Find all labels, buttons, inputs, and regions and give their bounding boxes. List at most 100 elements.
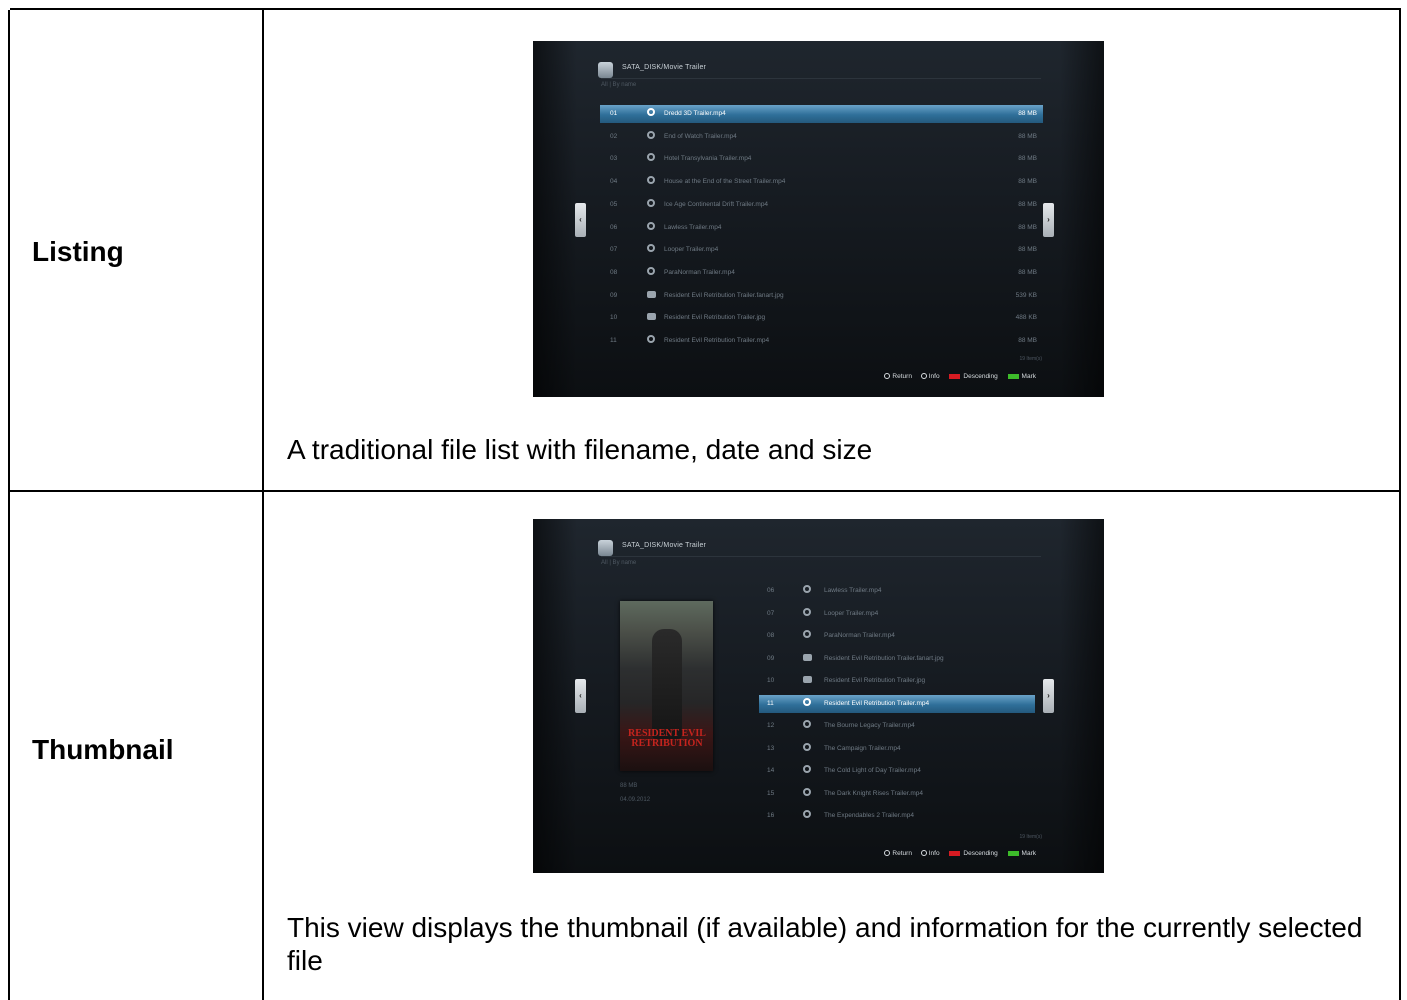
list-item[interactable]: 06 Lawless Trailer.mp4 (759, 582, 1035, 600)
item-number: 08 (610, 268, 618, 276)
item-number: 05 (610, 200, 618, 208)
list-item[interactable]: 04 House at the End of the Street Trailer… (600, 173, 1043, 191)
item-number: 12 (767, 722, 775, 729)
list-item[interactable]: 13 The Campaign Trailer.mp4 (759, 740, 1035, 758)
right-arrow-icon[interactable]: › (1043, 203, 1054, 237)
item-number: 13 (767, 744, 775, 752)
left-vignette (533, 519, 577, 873)
file-size: 88 MB (1018, 200, 1037, 208)
file-name: Resident Evil Retribution Trailer.fanart… (824, 654, 944, 662)
magnifier-icon (647, 176, 655, 185)
descending-label: Descending (963, 373, 998, 380)
descending-label: Descending (963, 850, 998, 857)
usb-drive-icon (598, 62, 613, 78)
magnifier-icon (803, 787, 811, 796)
green-key-icon (1007, 373, 1019, 379)
list-item[interactable]: 07 Looper Trailer.mp4 (759, 605, 1035, 623)
list-item[interactable]: 09 Resident Evil Retribution Trailer.fana… (600, 287, 1043, 305)
file-size: 88 MB (1018, 337, 1037, 344)
item-number: 10 (767, 677, 775, 684)
item-number: 07 (610, 246, 618, 254)
row-caption-listing: A traditional file list with filename, d… (287, 434, 873, 465)
table-border-left (8, 10, 10, 1000)
table-column-divider (262, 10, 264, 1000)
list-item[interactable]: 12 The Bourne Legacy Trailer.mp4 (759, 717, 1035, 735)
right-arrow-icon[interactable]: › (1043, 679, 1054, 713)
poster-figure (652, 629, 682, 739)
file-date: 04.09.2012 (620, 797, 651, 803)
movie-thumbnail: RESIDENT EVIL RETRIBUTION (620, 601, 713, 771)
file-name: End of Watch Trailer.mp4 (664, 132, 737, 140)
file-name: Ice Age Continental Drift Trailer.mp4 (664, 200, 769, 208)
magnifier-icon (803, 765, 811, 773)
list-item[interactable]: 06 Lawless Trailer.mp4 88 MB (600, 219, 1043, 237)
list-item[interactable]: 08 ParaNorman Trailer.mp4 (759, 627, 1035, 645)
file-size: 88 MB (1018, 155, 1037, 163)
mark-label: Mark (1021, 373, 1036, 380)
magnifier-icon (803, 697, 811, 706)
item-count: 19 Item(s) (1019, 834, 1042, 840)
camera-icon (647, 313, 656, 321)
item-number: 04 (610, 178, 618, 186)
magnifier-icon (647, 266, 655, 275)
list-item[interactable]: 09 Resident Evil Retribution Trailer.fana… (759, 650, 1035, 668)
header-divider (601, 556, 1041, 557)
item-number: 14 (767, 767, 775, 774)
list-item[interactable]: 11 Resident Evil Retribution Trailer.mp4 (759, 694, 1035, 713)
list-item[interactable]: 07 Looper Trailer.mp4 88 MB (600, 241, 1043, 259)
current-path: SATA_DISK/Movie Trailer (622, 64, 707, 71)
file-name: Resident Evil Retribution Trailer.fanart… (664, 291, 784, 299)
return-label: Return (892, 373, 912, 380)
item-number: 16 (767, 812, 775, 819)
file-name: Dredd 3D Trailer.mp4 (664, 110, 726, 117)
list-item[interactable]: 15 The Dark Knight Rises Trailer.mp4 (759, 785, 1035, 803)
list-item[interactable]: 14 The Cold Light of Day Trailer.mp4 (759, 762, 1035, 780)
list-item[interactable]: 10 Resident Evil Retribution Trailer.jpg 4… (600, 309, 1043, 327)
item-number: 11 (767, 699, 774, 707)
listing-screenshot: SATA_DISK/Movie Trailer All | By name ‹ … (533, 41, 1104, 397)
red-key-icon (949, 373, 961, 379)
magnifier-icon (647, 130, 655, 139)
poster-title: RESIDENT EVIL RETRIBUTION (628, 728, 706, 749)
item-number: 06 (767, 587, 775, 594)
file-name: Looper Trailer.mp4 (824, 609, 879, 617)
return-icon (884, 850, 891, 857)
list-item[interactable]: 01 Dredd 3D Trailer.mp4 88 MB (600, 105, 1043, 123)
file-name: Resident Evil Retribution Trailer.jpg (824, 677, 926, 684)
mark-label: Mark (1021, 850, 1036, 857)
table-row-divider (10, 490, 1401, 492)
file-name: ParaNorman Trailer.mp4 (664, 268, 735, 276)
list-item[interactable]: 10 Resident Evil Retribution Trailer.jpg (759, 672, 1035, 690)
magnifier-icon (803, 742, 811, 751)
right-vignette (1060, 41, 1104, 397)
file-size: 88 MB (1018, 132, 1037, 140)
header-divider (601, 78, 1041, 79)
file-size: 88 MB (1018, 246, 1037, 254)
left-arrow-icon[interactable]: ‹ (575, 203, 586, 237)
list-item[interactable]: 03 Hotel Transylvania Trailer.mp4 88 MB (600, 150, 1043, 168)
list-item[interactable]: 05 Ice Age Continental Drift Trailer.mp4 8… (600, 196, 1043, 214)
file-name: Looper Trailer.mp4 (664, 246, 719, 254)
magnifier-icon (803, 607, 811, 616)
list-item[interactable]: 08 ParaNorman Trailer.mp4 88 MB (600, 264, 1043, 282)
list-item[interactable]: 16 The Expendables 2 Trailer.mp4 (759, 807, 1035, 825)
item-number: 02 (610, 132, 618, 140)
right-vignette (1060, 519, 1104, 873)
item-number: 09 (610, 291, 618, 299)
thumbnail-screenshot: SATA_DISK/Movie Trailer All | By name ‹ … (533, 519, 1104, 873)
button-legend: Return Info Descending Mark (884, 850, 1036, 857)
table-border-right (1399, 10, 1401, 1000)
usb-drive-icon (598, 540, 613, 556)
file-size: 539 KB (1015, 291, 1037, 299)
current-path: SATA_DISK/Movie Trailer (622, 542, 707, 549)
list-item[interactable]: 02 End of Watch Trailer.mp4 88 MB (600, 128, 1043, 146)
info-icon (920, 850, 927, 857)
file-size: 488 KB (1015, 314, 1037, 322)
item-number: 07 (767, 609, 775, 617)
info-icon (920, 373, 927, 380)
sort-label: All | By name (601, 82, 637, 88)
table-border-top (10, 8, 1401, 10)
list-item[interactable]: 11 Resident Evil Retribution Trailer.mp4 8… (600, 332, 1043, 350)
left-arrow-icon[interactable]: ‹ (575, 679, 586, 713)
item-number: 10 (610, 314, 618, 322)
